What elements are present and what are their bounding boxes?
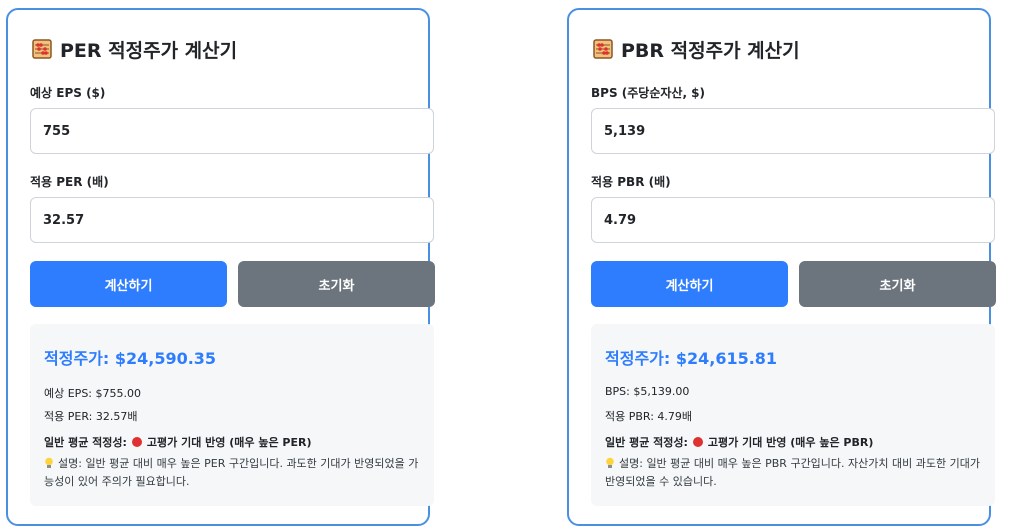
lightbulb-icon bbox=[44, 457, 54, 469]
per-result-panel: 적정주가: $24,590.35 예상 EPS: $755.00 적용 PER:… bbox=[30, 324, 434, 506]
abacus-icon bbox=[32, 39, 52, 59]
pbr-fair-price: 적정주가: $24,615.81 bbox=[605, 349, 778, 368]
pbr-status-text: 고평가 기대 반영 (매우 높은 PBR) bbox=[707, 436, 874, 449]
pbr-result-panel: 적정주가: $24,615.81 BPS: $5,139.00 적용 PBR: … bbox=[591, 324, 995, 506]
pbr-result-bps: BPS: $5,139.00 bbox=[605, 385, 690, 398]
pbr-calculator-card: PBR 적정주가 계산기 BPS (주당순자산, $) 적용 PBR (배) 계… bbox=[567, 8, 996, 526]
per-description-text: 설명: 일반 평균 대비 매우 높은 PER 구간입니다. 과도한 기대가 반영… bbox=[44, 457, 419, 488]
pbr-status: 일반 평균 적정성: 고평가 기대 반영 (매우 높은 PBR) bbox=[605, 434, 873, 450]
eps-label: 예상 EPS ($) bbox=[30, 86, 106, 100]
per-result-eps: 예상 EPS: $755.00 bbox=[44, 387, 141, 400]
per-title-text: PER 적정주가 계산기 bbox=[60, 39, 238, 62]
per-fair-price: 적정주가: $24,590.35 bbox=[44, 349, 217, 368]
per-description: 설명: 일반 평균 대비 매우 높은 PER 구간입니다. 과도한 기대가 반영… bbox=[44, 455, 424, 491]
bps-label: BPS (주당순자산, $) bbox=[591, 86, 706, 100]
pbr-title: PBR 적정주가 계산기 bbox=[593, 37, 800, 62]
red-circle-icon bbox=[692, 437, 703, 447]
pbr-title-text: PBR 적정주가 계산기 bbox=[621, 39, 800, 62]
pbr-result-pbr: 적용 PBR: 4.79배 bbox=[605, 410, 693, 423]
pbr-input[interactable] bbox=[591, 197, 995, 243]
pbr-description: 설명: 일반 평균 대비 매우 높은 PBR 구간입니다. 자산가치 대비 과도… bbox=[605, 455, 985, 491]
per-status: 일반 평균 적정성: 고평가 기대 반영 (매우 높은 PER) bbox=[44, 434, 311, 450]
pbr-label: 적용 PBR (배) bbox=[591, 175, 671, 189]
per-status-text: 고평가 기대 반영 (매우 높은 PER) bbox=[146, 436, 312, 449]
per-status-prefix: 일반 평균 적정성: bbox=[44, 436, 127, 449]
red-circle-icon bbox=[131, 437, 142, 447]
per-calculate-button[interactable]: 계산하기 bbox=[30, 261, 227, 307]
per-calculator-card: PER 적정주가 계산기 예상 EPS ($) 적용 PER (배) 계산하기 … bbox=[6, 8, 435, 526]
abacus-icon bbox=[593, 39, 613, 59]
per-title: PER 적정주가 계산기 bbox=[32, 37, 238, 62]
lightbulb-icon bbox=[605, 457, 615, 469]
bps-input[interactable] bbox=[591, 108, 995, 154]
eps-input[interactable] bbox=[30, 108, 434, 154]
pbr-calculate-button[interactable]: 계산하기 bbox=[591, 261, 788, 307]
pbr-reset-button[interactable]: 초기화 bbox=[799, 261, 996, 307]
pbr-description-text: 설명: 일반 평균 대비 매우 높은 PBR 구간입니다. 자산가치 대비 과도… bbox=[605, 457, 980, 488]
pbr-status-prefix: 일반 평균 적정성: bbox=[605, 436, 688, 449]
per-input[interactable] bbox=[30, 197, 434, 243]
per-result-per: 적용 PER: 32.57배 bbox=[44, 410, 138, 423]
per-reset-button[interactable]: 초기화 bbox=[238, 261, 435, 307]
per-label: 적용 PER (배) bbox=[30, 175, 109, 189]
